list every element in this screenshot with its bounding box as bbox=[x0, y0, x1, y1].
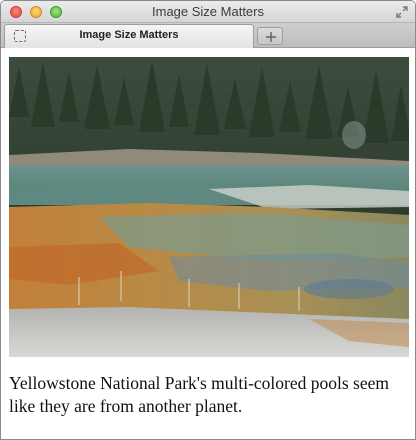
plus-icon bbox=[266, 32, 276, 42]
fullscreen-icon[interactable] bbox=[395, 5, 409, 19]
title-bar[interactable]: Image Size Matters bbox=[1, 1, 415, 23]
page-content: Yellowstone National Park's multi-colore… bbox=[1, 48, 415, 439]
window-title: Image Size Matters bbox=[152, 4, 264, 19]
page-favicon-icon bbox=[14, 30, 26, 42]
tab-bar: Image Size Matters bbox=[1, 23, 415, 48]
yellowstone-pool-photo bbox=[9, 57, 409, 357]
photo-caption: Yellowstone National Park's multi-colore… bbox=[9, 373, 390, 416]
tab-label: Image Size Matters bbox=[79, 29, 179, 41]
browser-window: Image Size Matters Image Size Matters Ye… bbox=[0, 0, 416, 440]
tab-image-size-matters[interactable]: Image Size Matters bbox=[4, 24, 254, 48]
new-tab-button[interactable] bbox=[257, 27, 283, 45]
